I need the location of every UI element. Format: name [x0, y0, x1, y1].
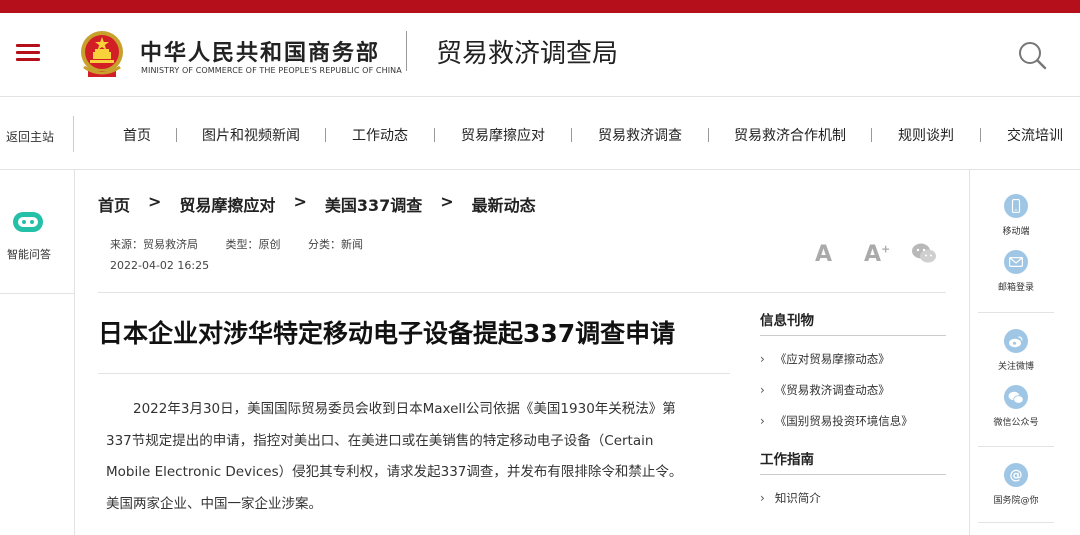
hamburger-icon[interactable] [16, 44, 40, 62]
breadcrumb-separator: > [440, 192, 454, 211]
rail-item-mail[interactable]: 邮箱登录 [970, 250, 1062, 293]
breadcrumb-separator: > [148, 192, 162, 211]
mobile-phone-icon [1004, 194, 1028, 218]
nav-item-home[interactable]: 首页 [123, 125, 151, 145]
meta-category: 分类：新闻 [308, 238, 363, 251]
back-home-link[interactable]: 返回主站 [6, 128, 54, 145]
rail-item-state-council[interactable]: @ 国务院@你 [970, 463, 1062, 506]
search-icon[interactable] [1016, 39, 1048, 71]
font-size-large-button[interactable]: A [815, 242, 832, 267]
at-sign-icon: @ [1004, 463, 1028, 487]
sidebar-item-knowledge-intro[interactable]: › 知识简介 [760, 483, 946, 514]
national-emblem-icon [81, 31, 123, 77]
nav-separator [708, 128, 709, 142]
sidebar-item-label: 《应对贸易摩擦动态》 [774, 352, 890, 366]
nav-item-cooperation-mechanism[interactable]: 贸易救济合作机制 [734, 125, 846, 145]
ministry-name-cn: 中华人民共和国商务部 [140, 41, 381, 66]
rail-item-weibo[interactable]: 关注微博 [970, 329, 1062, 372]
bureau-name[interactable]: 贸易救济调查局 [436, 33, 618, 70]
nav-items: 首页 图片和视频新闻 工作动态 贸易摩擦应对 贸易救济调查 贸易救济合作机制 规… [100, 126, 1063, 144]
article-title: 日本企业对涉华特定移动电子设备提起337调查申请 [98, 319, 676, 348]
nav-item-work-updates[interactable]: 工作动态 [352, 125, 408, 145]
meta-source: 来源：贸易救济局 [110, 238, 198, 251]
rail-label: 国务院@你 [993, 496, 1039, 506]
breadcrumb-us-337[interactable]: 美国337调查 [325, 192, 422, 216]
meta-type: 类型：原创 [225, 238, 281, 251]
sidebar-item-friction-bulletin[interactable]: › 《应对贸易摩擦动态》 [760, 344, 946, 375]
nav-item-rule-negotiation[interactable]: 规则谈判 [898, 125, 954, 145]
nav-separator [325, 128, 326, 142]
nav-divider [73, 116, 74, 152]
top-accent-bar [0, 0, 1080, 13]
left-rail: 智能问答 [0, 170, 75, 535]
nav-separator [434, 128, 435, 142]
breadcrumb-home[interactable]: 首页 [98, 192, 130, 216]
right-rail: 移动端 邮箱登录 关注微博 微信公众号 @ 国务院@你 [969, 170, 1080, 535]
breadcrumb-latest-news[interactable]: 最新动态 [472, 192, 536, 216]
chevron-right-icon: › [760, 352, 765, 366]
nav-separator [871, 128, 872, 142]
weibo-icon [1004, 329, 1028, 353]
site-header: 中华人民共和国商务部 MINISTRY OF COMMERCE OF THE P… [0, 13, 1080, 97]
chevron-right-icon: › [760, 414, 765, 428]
rail-divider [978, 522, 1054, 523]
sidebar-item-label: 《贸易救济调查动态》 [774, 383, 890, 397]
chat-robot-icon[interactable] [11, 210, 45, 234]
article-body: 2022年3月30日，美国国际贸易委员会收到日本Maxell公司依据《美国193… [106, 401, 683, 512]
nav-item-trade-friction[interactable]: 贸易摩擦应对 [461, 125, 545, 145]
chevron-right-icon: › [760, 491, 765, 505]
font-increase-label: A [864, 242, 882, 267]
rail-divider [978, 312, 1054, 313]
meta-date: 2022-04-02 16:25 [110, 259, 210, 272]
meta-divider [98, 292, 946, 293]
chevron-right-icon: › [760, 383, 765, 397]
ministry-name-en: MINISTRY OF COMMERCE OF THE PEOPLE'S REP… [141, 66, 402, 75]
nav-item-photos-videos[interactable]: 图片和视频新闻 [202, 125, 300, 145]
sidebar-item-label: 知识简介 [774, 491, 821, 505]
nav-item-trade-remedy-investigation[interactable]: 贸易救济调查 [598, 125, 682, 145]
wechat-icon[interactable] [911, 242, 937, 264]
smart-qa-label[interactable]: 智能问答 [7, 246, 51, 262]
sidebar-heading-publications: 信息刊物 [760, 306, 946, 336]
header-divider [406, 31, 407, 71]
rail-divider [978, 446, 1054, 447]
sidebar-item-remedy-bulletin[interactable]: › 《贸易救济调查动态》 [760, 375, 946, 406]
font-size-increase-button[interactable]: A+ [864, 242, 890, 267]
font-increase-mark: + [881, 242, 891, 256]
breadcrumb-separator: > [293, 192, 307, 211]
sidebar-item-country-environment[interactable]: › 《国别贸易投资环境信息》 [760, 406, 946, 437]
rail-item-mobile[interactable]: 移动端 [970, 194, 1062, 237]
guide-list: › 知识简介 [760, 475, 946, 514]
breadcrumb: 首页 > 贸易摩擦应对 > 美国337调查 > 最新动态 [98, 192, 536, 216]
publications-list: › 《应对贸易摩擦动态》 › 《贸易救济调查动态》 › 《国别贸易投资环境信息》 [760, 336, 946, 437]
article-meta: 来源：贸易救济局 类型：原创 分类：新闻 [110, 236, 387, 252]
nav-separator [176, 128, 177, 142]
rail-item-wechat[interactable]: 微信公众号 [970, 385, 1062, 428]
sidebar-item-label: 《国别贸易投资环境信息》 [774, 414, 913, 428]
nav-separator [980, 128, 981, 142]
breadcrumb-trade-friction[interactable]: 贸易摩擦应对 [179, 192, 275, 216]
title-divider [98, 373, 730, 374]
rail-label: 移动端 [1002, 227, 1030, 237]
rail-label: 微信公众号 [993, 418, 1039, 428]
rail-label: 邮箱登录 [997, 283, 1034, 293]
smart-qa-widget[interactable]: 智能问答 [0, 170, 74, 294]
mail-icon [1004, 250, 1028, 274]
nav-item-training[interactable]: 交流培训 [1007, 125, 1063, 145]
nav-separator [571, 128, 572, 142]
rail-label: 关注微博 [997, 362, 1034, 372]
info-sidebar: 信息刊物 › 《应对贸易摩擦动态》 › 《贸易救济调查动态》 › 《国别贸易投资环境信… [760, 306, 946, 514]
sidebar-heading-guide: 工作指南 [760, 445, 946, 475]
wechat-icon [1004, 385, 1028, 409]
main-nav: 返回主站 首页 图片和视频新闻 工作动态 贸易摩擦应对 贸易救济调查 贸易救济合… [0, 98, 1080, 170]
